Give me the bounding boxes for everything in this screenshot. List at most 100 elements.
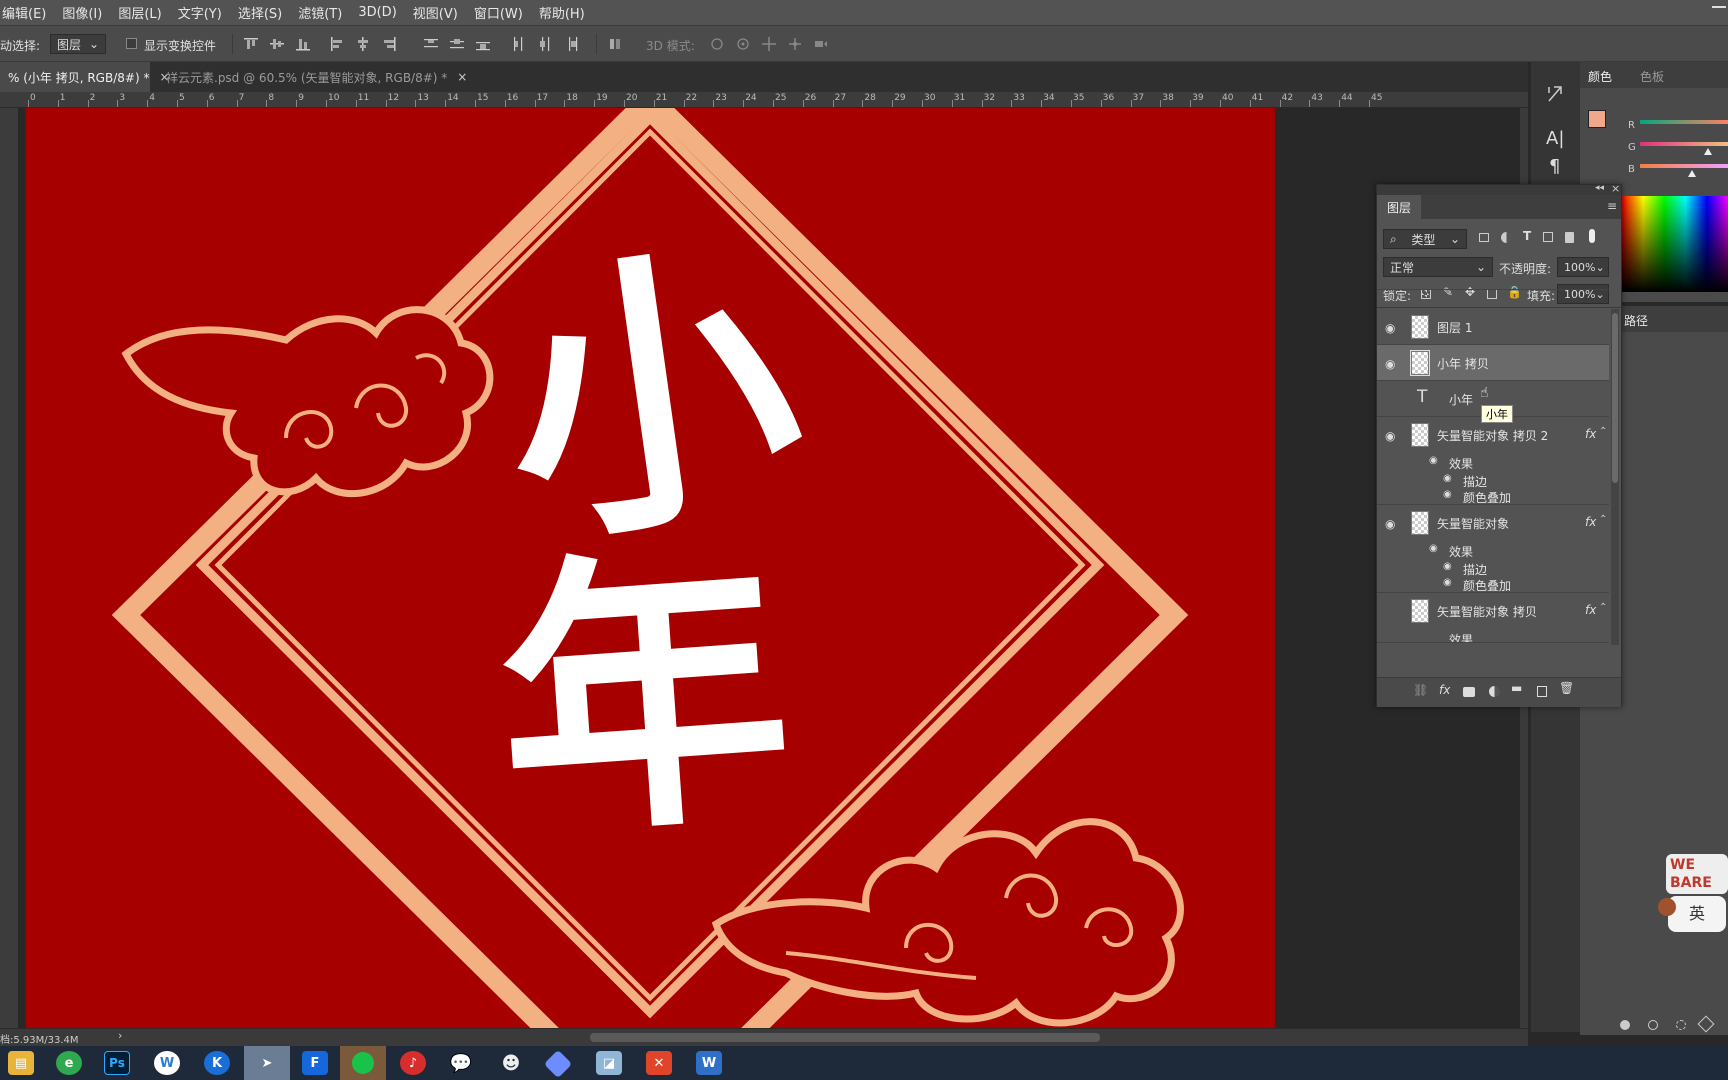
distribute-vcenter-icon[interactable] xyxy=(450,37,464,51)
distribute-right-icon[interactable] xyxy=(564,37,578,51)
k-app-icon[interactable]: K xyxy=(204,1051,230,1075)
chevron-up-icon[interactable]: ⌃ xyxy=(1599,426,1607,437)
blend-mode-dropdown[interactable]: 正常 ⌄ xyxy=(1383,257,1493,277)
menu-image[interactable]: 图像(I) xyxy=(62,3,102,22)
photoshop-icon[interactable]: Ps xyxy=(104,1051,130,1075)
effect-color-overlay[interactable]: 颜色叠加 xyxy=(1463,489,1511,506)
green-app-icon[interactable] xyxy=(340,1046,386,1080)
feishu-icon[interactable]: ➤ xyxy=(244,1046,290,1080)
f-app-icon[interactable]: F xyxy=(302,1051,328,1075)
lock-transparent-icon[interactable] xyxy=(1421,289,1431,299)
mask-icon[interactable] xyxy=(1697,1015,1715,1033)
channel-g-slider[interactable] xyxy=(1640,142,1728,146)
distribute-hcenter-icon[interactable] xyxy=(538,37,552,51)
chevron-up-icon[interactable]: ⌃ xyxy=(1599,514,1607,525)
adjustment-layer-icon[interactable] xyxy=(1489,686,1500,697)
close-icon[interactable]: × xyxy=(457,70,467,84)
filter-type-icon[interactable]: T xyxy=(1523,229,1531,243)
eye-icon[interactable]: ◉ xyxy=(1443,577,1457,588)
align-bottom-icon[interactable] xyxy=(296,37,310,51)
eye-icon[interactable]: ◉ xyxy=(1385,517,1399,531)
effect-stroke[interactable]: 描边 xyxy=(1463,561,1487,578)
layer-row-xiaonian-copy[interactable]: ◉ 小年 拷贝 xyxy=(1377,345,1609,381)
filter-smart-object-icon[interactable] xyxy=(1565,232,1574,243)
paragraph-panel-icon[interactable]: ¶ xyxy=(1549,156,1560,177)
eye-icon[interactable]: ◉ xyxy=(1385,321,1399,335)
notebook-icon[interactable]: ◪ xyxy=(596,1051,622,1075)
align-top-icon[interactable] xyxy=(244,37,258,51)
netease-music-icon[interactable]: ♪ xyxy=(400,1051,426,1075)
eye-icon[interactable]: ◉ xyxy=(1429,543,1443,554)
menu-help[interactable]: 帮助(H) xyxy=(539,3,585,22)
selection-icon[interactable] xyxy=(1676,1020,1686,1030)
layers-scrollbar[interactable] xyxy=(1611,309,1619,645)
fx-icon[interactable]: fx xyxy=(1585,427,1596,441)
menu-view[interactable]: 视图(V) xyxy=(413,3,458,22)
eye-icon[interactable]: ◉ xyxy=(1385,429,1399,443)
add-style-icon[interactable]: fx xyxy=(1439,683,1450,697)
menu-type[interactable]: 文字(Y) xyxy=(178,3,222,22)
3d-slide-icon[interactable] xyxy=(788,37,802,51)
lock-position-icon[interactable]: ✥ xyxy=(1465,285,1475,299)
fx-icon[interactable]: fx xyxy=(1585,515,1596,529)
filter-pixel-icon[interactable] xyxy=(1479,233,1489,242)
opacity-input[interactable]: 100% ⌄ xyxy=(1557,257,1609,277)
eye-icon[interactable]: ◉ xyxy=(1385,357,1399,371)
layer-name[interactable]: 矢量智能对象 xyxy=(1437,515,1509,532)
close-icon[interactable]: × xyxy=(1611,182,1620,195)
new-group-icon[interactable]: ▬ xyxy=(1511,681,1522,695)
horizontal-scrollbar[interactable] xyxy=(590,1033,1100,1042)
layer-name[interactable]: 矢量智能对象 拷贝 2 xyxy=(1437,427,1548,444)
3d-pan-icon[interactable] xyxy=(762,37,776,51)
chevron-right-icon[interactable]: › xyxy=(118,1029,122,1042)
character-panel-icon[interactable]: A| xyxy=(1546,128,1564,149)
tab-color[interactable]: 颜色 xyxy=(1588,68,1612,85)
layer-row-smart-copy2[interactable]: ◉ 矢量智能对象 拷贝 2 fx ⌃ ◉ 效果 ◉ 描边 ◉ 颜色叠加 xyxy=(1377,417,1609,505)
align-right-icon[interactable] xyxy=(382,37,396,51)
collapse-icon[interactable]: ◂◂ xyxy=(1595,183,1604,193)
fill-input[interactable]: 100% ⌄ xyxy=(1557,284,1609,304)
effects-label[interactable]: 效果 xyxy=(1449,543,1473,560)
channel-r-slider[interactable] xyxy=(1640,120,1728,124)
3d-rotate-icon[interactable] xyxy=(710,37,724,51)
layer-name[interactable]: 图层 1 xyxy=(1437,319,1472,336)
3d-roll-icon[interactable] xyxy=(736,37,750,51)
minimize-icon[interactable] xyxy=(1712,6,1726,8)
dot-icon[interactable] xyxy=(1620,1020,1630,1030)
menu-window[interactable]: 窗口(W) xyxy=(474,3,523,22)
gem-icon[interactable] xyxy=(543,1049,573,1079)
visibility-off-box[interactable] xyxy=(1385,605,1397,615)
menu-filter[interactable]: 滤镜(T) xyxy=(298,3,342,22)
align-hcenter-icon[interactable] xyxy=(356,37,370,51)
artboard[interactable]: 小 年 xyxy=(26,108,1275,1028)
filter-shape-icon[interactable] xyxy=(1543,232,1553,242)
distribute-top-icon[interactable] xyxy=(424,37,438,51)
layer-name[interactable]: 小年 拷贝 xyxy=(1437,355,1489,372)
eye-icon[interactable]: ◉ xyxy=(1443,473,1457,484)
new-layer-icon[interactable] xyxy=(1537,686,1547,697)
channel-b-slider[interactable] xyxy=(1640,164,1728,168)
history-brush-icon[interactable] xyxy=(1546,84,1566,104)
chevron-up-icon[interactable]: ⌃ xyxy=(1599,602,1607,613)
align-left-icon[interactable] xyxy=(330,37,344,51)
show-transform-checkbox[interactable] xyxy=(126,38,137,49)
link-layers-icon[interactable]: ⛓ xyxy=(1413,683,1428,697)
slider-handle-icon[interactable] xyxy=(1704,148,1712,155)
menu-3d[interactable]: 3D(D) xyxy=(358,5,396,20)
panel-menu-icon[interactable]: ≡ xyxy=(1607,199,1617,213)
wechat-icon[interactable]: 💬 xyxy=(448,1051,474,1075)
panda-icon[interactable]: ☻ xyxy=(498,1051,524,1075)
circle-icon[interactable] xyxy=(1648,1020,1658,1030)
word-icon[interactable]: W xyxy=(696,1051,722,1075)
lock-artboard-icon[interactable] xyxy=(1487,289,1497,299)
filter-toggle-icon[interactable] xyxy=(1589,229,1595,243)
lock-all-icon[interactable]: 🔒 xyxy=(1507,285,1522,299)
trash-icon[interactable]: 🗑 xyxy=(1559,681,1574,695)
browser-icon[interactable]: e xyxy=(56,1051,82,1075)
add-mask-icon[interactable] xyxy=(1463,687,1475,697)
eye-icon[interactable]: ◉ xyxy=(1443,489,1457,500)
3d-scale-icon[interactable] xyxy=(814,37,828,51)
wps-icon[interactable]: W xyxy=(154,1051,180,1075)
eye-icon[interactable]: ◉ xyxy=(1443,561,1457,572)
x-app-icon[interactable]: ✕ xyxy=(646,1051,672,1075)
